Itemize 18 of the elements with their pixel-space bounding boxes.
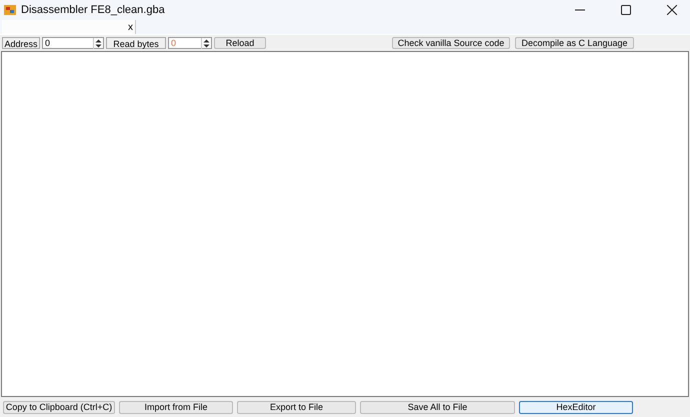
reload-button[interactable]: Reload bbox=[214, 37, 266, 49]
maximize-icon[interactable] bbox=[621, 5, 631, 15]
decompile-button[interactable]: Decompile as C Language bbox=[515, 37, 634, 49]
bottom-button[interactable]: Import from File bbox=[119, 400, 233, 414]
bottom-button[interactable]: Save All to File bbox=[360, 400, 515, 414]
spinner-icon[interactable] bbox=[201, 38, 211, 48]
address-label: Address bbox=[2, 37, 40, 49]
check-source-button[interactable]: Check vanilla Source code bbox=[392, 37, 510, 49]
bottom-button[interactable]: Export to File bbox=[237, 400, 356, 414]
close-icon[interactable] bbox=[667, 5, 677, 15]
tab[interactable]: x bbox=[2, 20, 136, 34]
window-title: Disassembler FE8_clean.gba bbox=[21, 4, 165, 16]
spinner-icon[interactable] bbox=[93, 38, 103, 48]
read-bytes-label: Read bytes bbox=[106, 37, 166, 49]
bottom-button[interactable]: Copy to Clipboard (Ctrl+C) bbox=[3, 400, 115, 414]
bottom-button[interactable]: HexEditor bbox=[519, 400, 633, 414]
app-icon bbox=[3, 3, 17, 17]
address-field[interactable]: 0 bbox=[42, 37, 104, 49]
